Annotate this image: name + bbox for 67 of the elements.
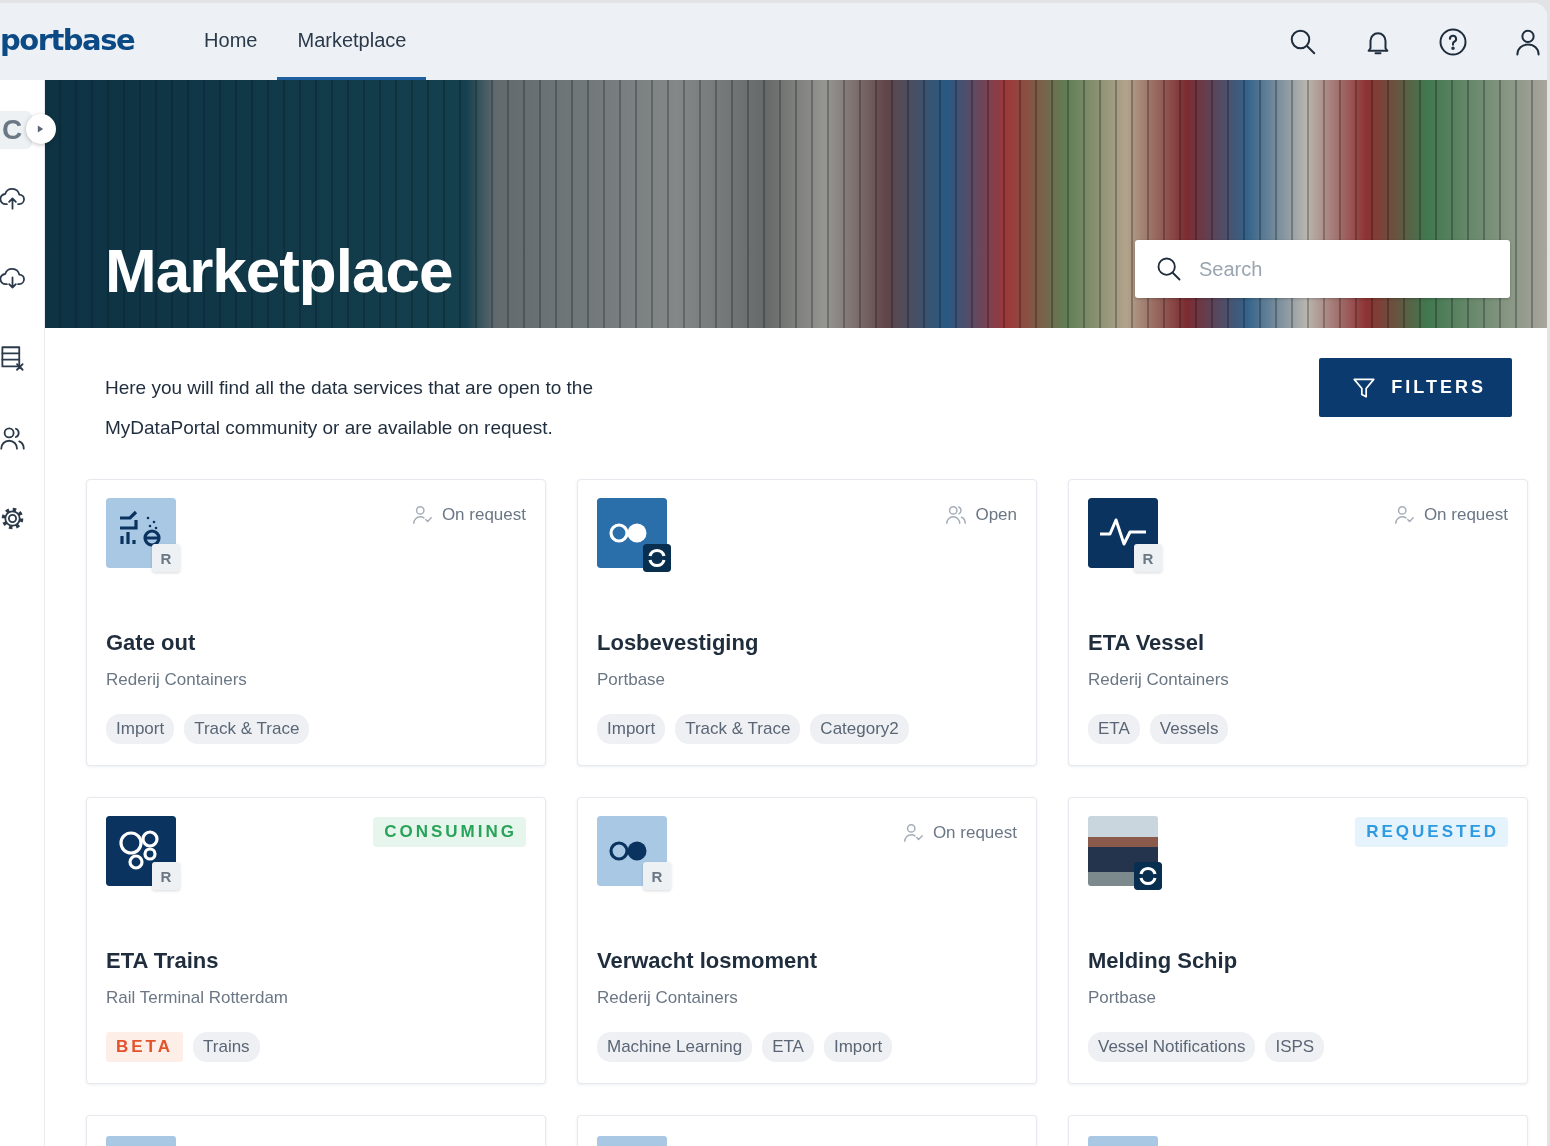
- access-label: On request: [1423, 505, 1508, 525]
- service-logo-icon: [106, 498, 176, 568]
- category-tag: Import: [106, 714, 175, 744]
- service-card[interactable]: REQUESTED Melding Schip Portbase Vessel Notifications ISPS: [1068, 797, 1528, 1084]
- service-card[interactable]: R CONSUMING ETA Trains Rail Terminal Rotterdam BETA Trains: [86, 797, 546, 1084]
- service-provider: Portbase: [597, 670, 667, 690]
- service-logo-icon: [597, 1136, 667, 1146]
- category-tag: Track & Trace: [675, 714, 801, 744]
- table-remove-icon[interactable]: [0, 345, 26, 372]
- status-badge: CONSUMING: [373, 817, 526, 847]
- category-tag: Import: [597, 714, 666, 744]
- service-title: ETA Vessel: [1088, 630, 1206, 656]
- service-provider: Rederij Containers: [1088, 670, 1230, 690]
- sync-badge-icon: [1134, 862, 1162, 890]
- category-tag: ISPS: [1265, 1032, 1325, 1062]
- filters-button[interactable]: FILTERS: [1319, 358, 1512, 417]
- search-icon: [1155, 255, 1183, 283]
- role-badge: R: [1134, 544, 1162, 572]
- role-badge: R: [152, 544, 180, 572]
- category-tag: ETA: [762, 1032, 814, 1062]
- category-tag: Vessels: [1149, 714, 1229, 744]
- category-tag: Machine Learning: [597, 1032, 753, 1062]
- service-provider: Portbase: [1088, 988, 1158, 1008]
- category-tag: Track & Trace: [184, 714, 310, 744]
- settings-icon[interactable]: [0, 505, 26, 532]
- service-card[interactable]: R On request Gate out Rederij Containers Import Track & Trace: [86, 479, 546, 766]
- user-check-icon: [902, 822, 925, 844]
- service-logo-icon: [1088, 1136, 1158, 1146]
- access-label: On request: [441, 505, 526, 525]
- beta-badge: BETA: [106, 1032, 183, 1062]
- user-check-icon: [411, 504, 434, 526]
- service-provider: Rederij Containers: [597, 988, 739, 1008]
- service-logo-icon: [1088, 498, 1158, 568]
- service-card[interactable]: R On request ETA Vessel Rederij Containers ETA Vessels: [1068, 479, 1528, 766]
- role-badge: R: [643, 862, 671, 890]
- role-badge: R: [152, 862, 180, 890]
- service-title: Melding Schip: [1088, 948, 1239, 974]
- service-logo-icon: [106, 816, 176, 886]
- access-label: On request: [932, 823, 1017, 843]
- service-title: ETA Trains: [106, 948, 220, 974]
- category-tag: Category2: [810, 714, 909, 744]
- access-label: Open: [975, 505, 1017, 525]
- service-card[interactable]: R On request Verwacht losmoment Rederij Containers Machine Learning ETA Import: [577, 797, 1037, 1084]
- service-card[interactable]: Open Losbevestiging Portbase Import Track & Trace Category2: [577, 479, 1037, 766]
- user-check-icon: [1393, 504, 1416, 526]
- service-logo-icon: [106, 1136, 176, 1146]
- service-title: Gate out: [106, 630, 197, 656]
- portbase-logo[interactable]: portbase: [0, 22, 135, 61]
- service-title: Verwacht losmoment: [597, 948, 819, 974]
- status-badge: REQUESTED: [1355, 817, 1508, 847]
- page-title: Marketplace: [105, 235, 453, 306]
- category-tag: Import: [823, 1032, 893, 1062]
- cloud-upload-icon[interactable]: [0, 185, 26, 212]
- service-provider: Rail Terminal Rotterdam: [106, 988, 290, 1008]
- nav-tab[interactable]: Home: [184, 3, 278, 80]
- service-title: Losbevestiging: [597, 630, 760, 656]
- category-tag: Trains: [193, 1032, 260, 1062]
- search-field[interactable]: Search: [1135, 240, 1510, 298]
- intro-text: Here you will find all the data services that are open to the MyDataPortal community or are available on request.: [105, 376, 594, 440]
- service-logo-icon: [597, 816, 667, 886]
- users-icon[interactable]: [0, 425, 26, 452]
- help-icon[interactable]: [1438, 26, 1468, 57]
- users-icon: [945, 504, 968, 526]
- service-provider: Rederij Containers: [106, 670, 248, 690]
- category-tag: Vessel Notifications: [1088, 1032, 1256, 1062]
- category-tag: ETA: [1088, 714, 1140, 744]
- sync-badge-icon: [643, 544, 671, 572]
